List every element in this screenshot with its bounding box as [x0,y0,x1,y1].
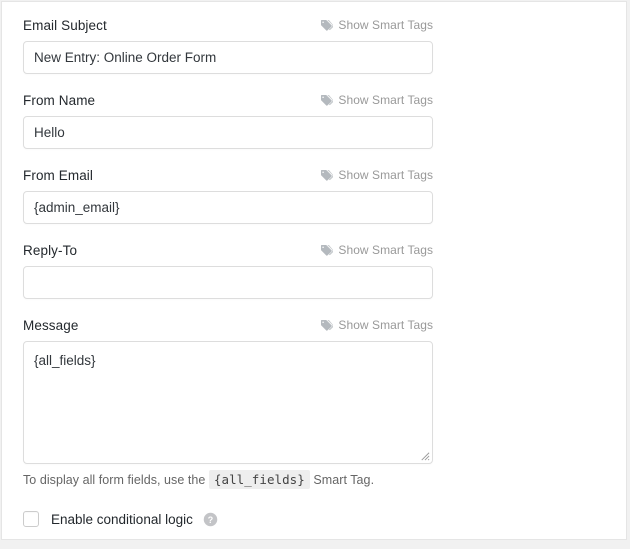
show-smart-tags-message[interactable]: Show Smart Tags [320,316,433,335]
tag-icon [321,319,334,331]
reply-to-input[interactable] [23,266,433,299]
field-reply-to: Reply-To Show Smart Tags [23,241,606,299]
conditional-logic-row: Enable conditional logic ? [23,511,606,527]
email-subject-label: Email Subject [23,18,107,33]
message-textarea[interactable]: {all_fields} [23,341,433,464]
tag-icon [321,169,334,181]
enable-conditional-logic-checkbox[interactable] [23,511,39,527]
from-name-input[interactable] [23,116,433,149]
show-smart-tags-label: Show Smart Tags [338,168,433,182]
show-smart-tags-label: Show Smart Tags [338,18,433,32]
field-from-name: From Name Show Smart Tags [23,91,606,149]
note-text-before: To display all form fields, use the [23,473,206,487]
reply-to-label: Reply-To [23,243,78,258]
all-fields-code-chip: {all_fields} [208,470,310,489]
all-fields-note: To display all form fields, use the {all… [23,470,606,490]
show-smart-tags-from-name[interactable]: Show Smart Tags [320,91,433,110]
svg-text:?: ? [208,514,213,524]
help-circle-icon[interactable]: ? [203,512,218,527]
field-email-subject: Email Subject Show Smart Tags [23,16,606,74]
message-textarea-wrapper: {all_fields} [23,341,433,464]
from-name-label: From Name [23,93,96,108]
note-text-after: Smart Tag. [313,473,375,487]
show-smart-tags-email-subject[interactable]: Show Smart Tags [320,16,433,35]
field-from-email: From Email Show Smart Tags [23,166,606,224]
message-label: Message [23,318,79,333]
tag-icon [321,244,334,256]
field-header: From Name Show Smart Tags [23,91,433,110]
field-header: Message Show Smart Tags [23,316,433,335]
enable-conditional-logic-label[interactable]: Enable conditional logic [51,512,193,527]
field-message: Message Show Smart Tags {all_fields} [23,316,606,464]
show-smart-tags-from-email[interactable]: Show Smart Tags [320,166,433,185]
tag-icon [321,94,334,106]
tag-icon [321,19,334,31]
notification-settings-panel: Email Subject Show Smart Tags From Name [1,1,627,540]
settings-form: Email Subject Show Smart Tags From Name [2,2,626,527]
email-subject-input[interactable] [23,41,433,74]
from-email-input[interactable] [23,191,433,224]
field-header: Email Subject Show Smart Tags [23,16,433,35]
from-email-label: From Email [23,168,94,183]
field-header: Reply-To Show Smart Tags [23,241,433,260]
field-header: From Email Show Smart Tags [23,166,433,185]
show-smart-tags-label: Show Smart Tags [338,318,433,332]
show-smart-tags-reply-to[interactable]: Show Smart Tags [320,241,433,260]
show-smart-tags-label: Show Smart Tags [338,93,433,107]
show-smart-tags-label: Show Smart Tags [338,243,433,257]
